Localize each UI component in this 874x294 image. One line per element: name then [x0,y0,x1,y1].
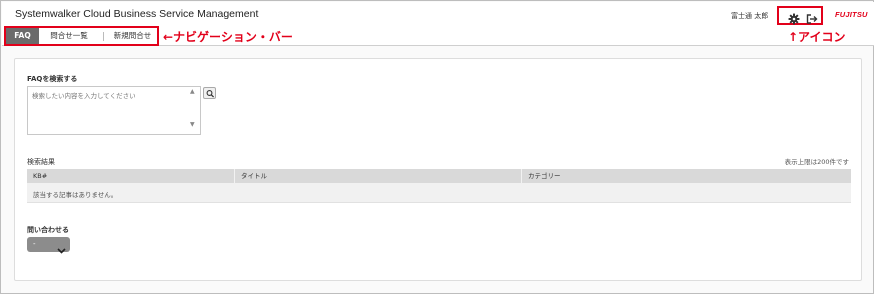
app-title: Systemwalker Cloud Business Service Mana… [15,8,259,20]
user-name[interactable]: 富士通 太郎 [731,11,768,21]
inquiry-select-value: - [33,240,36,248]
logout-icon[interactable] [805,10,819,24]
table-header: KB# タイトル カテゴリー [27,169,851,183]
window-frame: Systemwalker Cloud Business Service Mana… [0,0,874,294]
navigation-bar: FAQ 問合せ一覧 新規問合せ ←ナビゲーション・バー ↑アイコン [2,26,874,46]
nav-divider [103,32,104,41]
tab-faq[interactable]: FAQ [6,28,39,44]
nav-highlight-box: FAQ 問合せ一覧 新規問合せ [4,26,159,46]
tab-new-inquiry[interactable]: 新規問合せ [109,28,156,44]
table-row: 該当する記事はありません。 [27,183,851,203]
header-icon-group [777,6,823,25]
tab-inquiry-list[interactable]: 問合せ一覧 [44,28,94,44]
faq-search-label: FAQを検索する [27,75,78,83]
results-limit-note: 表示上限は200件です [784,158,849,166]
inquiry-select[interactable]: - [27,237,70,254]
column-header-kb[interactable]: KB# [27,169,235,183]
gear-icon[interactable] [787,10,801,25]
empty-result-message: 該当する記事はありません。 [33,191,118,199]
inquiry-label: 問い合わせる [27,226,69,234]
faq-search-input[interactable] [27,86,201,135]
results-table: KB# タイトル カテゴリー 該当する記事はありません。 [27,169,851,203]
nav-annotation: ←ナビゲーション・バー [163,30,293,44]
column-header-category[interactable]: カテゴリー [522,169,851,183]
chevron-down-icon [57,240,66,259]
column-header-title[interactable]: タイトル [235,169,522,183]
scroll-down-icon[interactable]: ▼ [190,121,195,128]
icon-annotation: ↑アイコン [788,30,846,44]
app-header: Systemwalker Cloud Business Service Mana… [2,2,874,26]
search-button[interactable] [203,87,216,99]
fujitsu-logo: FUJITSU [835,10,868,19]
scroll-up-icon[interactable]: ▲ [190,88,195,95]
faq-panel: FAQを検索する ▲ ▼ 検索結果 表示上限は200件です KB# タイトル カ… [14,58,862,281]
results-label: 検索結果 [27,158,55,166]
